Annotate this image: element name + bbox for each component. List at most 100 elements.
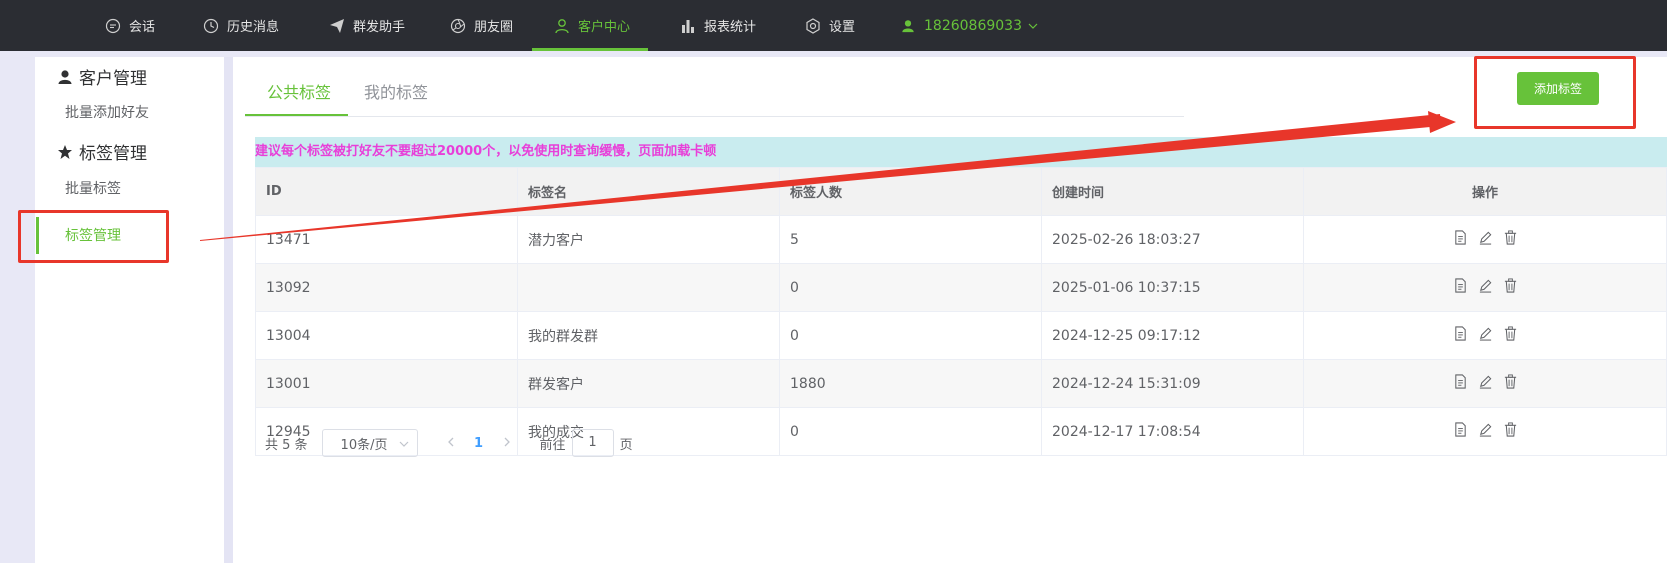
cell-tag-name xyxy=(517,263,780,312)
cell-id: 13092 xyxy=(255,263,518,312)
goto-suffix: 页 xyxy=(619,437,633,453)
nav-item-label: 客户中心 xyxy=(578,20,631,35)
sidebar-group-customer[interactable]: 客户管理 xyxy=(57,64,147,89)
cell-actions xyxy=(1303,311,1667,360)
cell-tag-name: 潜力客户 xyxy=(517,215,780,264)
clock-icon xyxy=(203,18,219,34)
sidebar-group-label: 客户管理 xyxy=(79,69,147,89)
aperture-icon xyxy=(450,18,466,34)
trash-icon[interactable] xyxy=(1503,374,1518,389)
cell-tag-count: 0 xyxy=(779,407,1042,456)
cell-created-time: 2024-12-25 09:17:12 xyxy=(1041,311,1304,360)
table-body: 13471 潜力客户 5 2025-02-26 18:03:27 13092 0 2025-… xyxy=(255,215,1667,456)
trash-icon[interactable] xyxy=(1503,230,1518,245)
sidebar-item-batch-add-friends[interactable]: 批量添加好友 xyxy=(65,102,149,122)
user-menu[interactable]: 18260869033 xyxy=(900,0,1038,51)
tags-table: ID 标签名 标签人数 创建时间 操作 13471 潜力客户 5 2025-02-26… xyxy=(255,167,1667,456)
nav-item-broadcast[interactable]: 群发助手 xyxy=(329,0,405,51)
edit-icon[interactable] xyxy=(1478,278,1493,293)
nav-item-label: 朋友圈 xyxy=(474,20,514,35)
column-header-tag-name[interactable]: 标签名 xyxy=(517,167,780,216)
trash-icon[interactable] xyxy=(1503,422,1518,437)
cell-id: 13471 xyxy=(255,215,518,264)
cell-actions xyxy=(1303,359,1667,408)
nav-item-chat[interactable]: 会话 xyxy=(105,0,155,51)
cell-created-time: 2025-02-26 18:03:27 xyxy=(1041,215,1304,264)
document-icon[interactable] xyxy=(1453,278,1468,293)
document-icon[interactable] xyxy=(1453,230,1468,245)
edit-icon[interactable] xyxy=(1478,326,1493,341)
goto-label: 前往 xyxy=(539,437,566,453)
edit-icon[interactable] xyxy=(1478,374,1493,389)
nav-item-moments[interactable]: 朋友圈 xyxy=(450,0,513,51)
sidebar: 客户管理 批量添加好友 标签管理 批量标签 标签管理 xyxy=(35,57,224,563)
document-icon[interactable] xyxy=(1453,422,1468,437)
sidebar-item-batch-tags[interactable]: 批量标签 xyxy=(65,178,121,198)
nav-item-history[interactable]: 历史消息 xyxy=(203,0,279,51)
column-header-created-time[interactable]: 创建时间 xyxy=(1041,167,1304,216)
page-size-value: 10条/页 xyxy=(340,437,388,453)
gear-icon xyxy=(805,17,821,34)
column-header-actions: 操作 xyxy=(1303,167,1667,216)
row-actions xyxy=(1453,230,1518,245)
prev-page-button[interactable] xyxy=(438,436,464,451)
cell-tag-name: 我的群发群 xyxy=(517,311,780,360)
user-icon xyxy=(554,18,570,34)
page-size-select[interactable]: 10条/页 xyxy=(321,429,418,457)
column-header-tag-count[interactable]: 标签人数 xyxy=(779,167,1042,216)
cell-actions xyxy=(1303,407,1667,456)
row-actions xyxy=(1453,326,1518,341)
table-row[interactable]: 13471 潜力客户 5 2025-02-26 18:03:27 xyxy=(255,215,1667,264)
trash-icon[interactable] xyxy=(1503,326,1518,341)
row-actions xyxy=(1453,278,1518,293)
nav-item-label: 设置 xyxy=(829,20,856,35)
sidebar-group-tags[interactable]: 标签管理 xyxy=(57,139,147,164)
person-icon xyxy=(57,69,73,85)
main-panel: 公共标签 我的标签 添加标签 建议每个标签被打好友不要超过20000个，以免使用… xyxy=(233,57,1667,563)
table-header-row: ID 标签名 标签人数 创建时间 操作 xyxy=(255,167,1667,216)
chat-icon xyxy=(105,18,121,34)
chevron-left-icon xyxy=(447,437,454,446)
document-icon[interactable] xyxy=(1453,326,1468,341)
user-phone: 18260869033 xyxy=(924,17,1022,34)
edit-icon[interactable] xyxy=(1478,422,1493,437)
chevron-down-icon xyxy=(399,438,409,448)
cell-tag-count: 0 xyxy=(779,311,1042,360)
sidebar-item-label: 批量添加好友 xyxy=(65,105,149,121)
row-actions xyxy=(1453,422,1518,437)
nav-item-customer-center[interactable]: 客户中心 xyxy=(531,0,649,51)
nav-item-settings[interactable]: 设置 xyxy=(805,0,855,51)
pagination: 共 5 条 10条/页 1 前往 1 页 xyxy=(255,429,633,457)
table-row[interactable]: 13004 我的群发群 0 2024-12-25 09:17:12 xyxy=(255,311,1667,360)
document-icon[interactable] xyxy=(1453,374,1468,389)
row-actions xyxy=(1453,374,1518,389)
table-row[interactable]: 13092 0 2025-01-06 10:37:15 xyxy=(255,263,1667,312)
cell-id: 13004 xyxy=(255,311,518,360)
annotation-box-add-button xyxy=(1474,56,1636,129)
cell-actions xyxy=(1303,215,1667,264)
edit-icon[interactable] xyxy=(1478,230,1493,245)
trash-icon[interactable] xyxy=(1503,278,1518,293)
cell-tag-count: 1880 xyxy=(779,359,1042,408)
chevron-right-icon xyxy=(504,437,510,446)
column-header-id[interactable]: ID xyxy=(255,167,518,216)
cell-tag-count: 5 xyxy=(779,215,1042,264)
table-row[interactable]: 13001 群发客户 1880 2024-12-24 15:31:09 xyxy=(255,359,1667,408)
user-icon xyxy=(900,18,916,34)
sidebar-item-label: 批量标签 xyxy=(65,181,121,197)
sidebar-group-label: 标签管理 xyxy=(79,144,147,164)
goto-page-input[interactable]: 1 xyxy=(571,429,614,457)
sidebar-divider xyxy=(224,57,233,563)
nav-item-label: 会话 xyxy=(129,20,156,35)
nav-item-label: 历史消息 xyxy=(227,20,280,35)
bar-chart-icon xyxy=(680,18,696,34)
tab-my-tags[interactable]: 我的标签 xyxy=(364,79,428,103)
cell-tag-name: 群发客户 xyxy=(517,359,780,408)
page-number[interactable]: 1 xyxy=(464,436,494,451)
tab-public-tags[interactable]: 公共标签 xyxy=(267,79,331,103)
cell-tag-count: 0 xyxy=(779,263,1042,312)
next-page-button[interactable] xyxy=(494,436,520,451)
nav-item-reports[interactable]: 报表统计 xyxy=(680,0,756,51)
pagination-total: 共 5 条 xyxy=(265,437,308,453)
nav-item-label: 群发助手 xyxy=(353,20,406,35)
